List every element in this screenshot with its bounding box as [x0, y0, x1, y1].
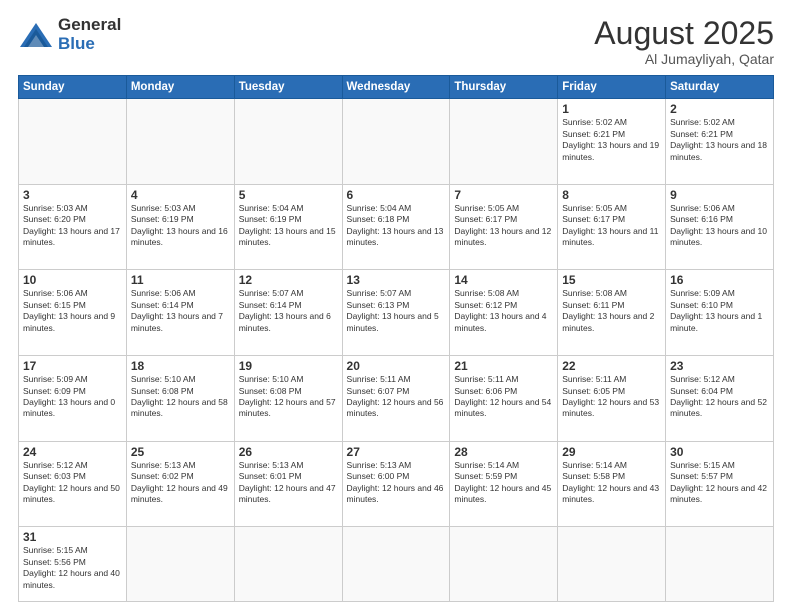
day-cell-8: 8 Sunrise: 5:05 AMSunset: 6:17 PMDayligh…	[558, 184, 666, 270]
empty-cell	[342, 527, 450, 602]
day-cell-4: 4 Sunrise: 5:03 AMSunset: 6:19 PMDayligh…	[126, 184, 234, 270]
day-cell-2: 2 Sunrise: 5:02 AMSunset: 6:21 PMDayligh…	[666, 99, 774, 185]
day-cell-30: 30 Sunrise: 5:15 AMSunset: 5:57 PMDaylig…	[666, 441, 774, 527]
table-row: 31 Sunrise: 5:15 AMSunset: 5:56 PMDaylig…	[19, 527, 774, 602]
location: Al Jumayliyah, Qatar	[594, 51, 774, 67]
day-cell-3: 3 Sunrise: 5:03 AMSunset: 6:20 PMDayligh…	[19, 184, 127, 270]
month-year: August 2025	[594, 16, 774, 51]
table-row: 17 Sunrise: 5:09 AMSunset: 6:09 PMDaylig…	[19, 356, 774, 442]
day-cell-7: 7 Sunrise: 5:05 AMSunset: 6:17 PMDayligh…	[450, 184, 558, 270]
day-cell-11: 11 Sunrise: 5:06 AMSunset: 6:14 PMDaylig…	[126, 270, 234, 356]
col-sunday: Sunday	[19, 76, 127, 99]
day-cell-31: 31 Sunrise: 5:15 AMSunset: 5:56 PMDaylig…	[19, 527, 127, 602]
logo: General Blue	[18, 16, 121, 53]
day-cell-12: 12 Sunrise: 5:07 AMSunset: 6:14 PMDaylig…	[234, 270, 342, 356]
day-cell-16: 16 Sunrise: 5:09 AMSunset: 6:10 PMDaylig…	[666, 270, 774, 356]
day-cell-27: 27 Sunrise: 5:13 AMSunset: 6:00 PMDaylig…	[342, 441, 450, 527]
day-cell-24: 24 Sunrise: 5:12 AMSunset: 6:03 PMDaylig…	[19, 441, 127, 527]
day-cell-10: 10 Sunrise: 5:06 AMSunset: 6:15 PMDaylig…	[19, 270, 127, 356]
day-cell-19: 19 Sunrise: 5:10 AMSunset: 6:08 PMDaylig…	[234, 356, 342, 442]
table-row: 10 Sunrise: 5:06 AMSunset: 6:15 PMDaylig…	[19, 270, 774, 356]
col-monday: Monday	[126, 76, 234, 99]
day-cell-15: 15 Sunrise: 5:08 AMSunset: 6:11 PMDaylig…	[558, 270, 666, 356]
empty-cell	[234, 99, 342, 185]
col-wednesday: Wednesday	[342, 76, 450, 99]
day-cell-1: 1 Sunrise: 5:02 AMSunset: 6:21 PMDayligh…	[558, 99, 666, 185]
col-thursday: Thursday	[450, 76, 558, 99]
empty-cell	[450, 99, 558, 185]
calendar-table: Sunday Monday Tuesday Wednesday Thursday…	[18, 75, 774, 602]
table-row: 3 Sunrise: 5:03 AMSunset: 6:20 PMDayligh…	[19, 184, 774, 270]
day-cell-17: 17 Sunrise: 5:09 AMSunset: 6:09 PMDaylig…	[19, 356, 127, 442]
col-tuesday: Tuesday	[234, 76, 342, 99]
page: General Blue August 2025 Al Jumayliyah, …	[0, 0, 792, 612]
empty-cell	[126, 99, 234, 185]
empty-cell	[450, 527, 558, 602]
day-cell-28: 28 Sunrise: 5:14 AMSunset: 5:59 PMDaylig…	[450, 441, 558, 527]
title-block: August 2025 Al Jumayliyah, Qatar	[594, 16, 774, 67]
empty-cell	[342, 99, 450, 185]
col-friday: Friday	[558, 76, 666, 99]
empty-cell	[234, 527, 342, 602]
weekday-header-row: Sunday Monday Tuesday Wednesday Thursday…	[19, 76, 774, 99]
day-cell-14: 14 Sunrise: 5:08 AMSunset: 6:12 PMDaylig…	[450, 270, 558, 356]
header: General Blue August 2025 Al Jumayliyah, …	[18, 16, 774, 67]
day-cell-21: 21 Sunrise: 5:11 AMSunset: 6:06 PMDaylig…	[450, 356, 558, 442]
day-cell-6: 6 Sunrise: 5:04 AMSunset: 6:18 PMDayligh…	[342, 184, 450, 270]
logo-icon	[18, 21, 54, 49]
day-cell-5: 5 Sunrise: 5:04 AMSunset: 6:19 PMDayligh…	[234, 184, 342, 270]
empty-cell	[666, 527, 774, 602]
logo-text: General Blue	[58, 16, 121, 53]
empty-cell	[558, 527, 666, 602]
day-cell-25: 25 Sunrise: 5:13 AMSunset: 6:02 PMDaylig…	[126, 441, 234, 527]
day-cell-9: 9 Sunrise: 5:06 AMSunset: 6:16 PMDayligh…	[666, 184, 774, 270]
day-cell-18: 18 Sunrise: 5:10 AMSunset: 6:08 PMDaylig…	[126, 356, 234, 442]
empty-cell	[19, 99, 127, 185]
day-cell-29: 29 Sunrise: 5:14 AMSunset: 5:58 PMDaylig…	[558, 441, 666, 527]
day-cell-13: 13 Sunrise: 5:07 AMSunset: 6:13 PMDaylig…	[342, 270, 450, 356]
day-cell-22: 22 Sunrise: 5:11 AMSunset: 6:05 PMDaylig…	[558, 356, 666, 442]
day-cell-20: 20 Sunrise: 5:11 AMSunset: 6:07 PMDaylig…	[342, 356, 450, 442]
day-cell-26: 26 Sunrise: 5:13 AMSunset: 6:01 PMDaylig…	[234, 441, 342, 527]
table-row: 1 Sunrise: 5:02 AMSunset: 6:21 PMDayligh…	[19, 99, 774, 185]
col-saturday: Saturday	[666, 76, 774, 99]
table-row: 24 Sunrise: 5:12 AMSunset: 6:03 PMDaylig…	[19, 441, 774, 527]
empty-cell	[126, 527, 234, 602]
day-cell-23: 23 Sunrise: 5:12 AMSunset: 6:04 PMDaylig…	[666, 356, 774, 442]
